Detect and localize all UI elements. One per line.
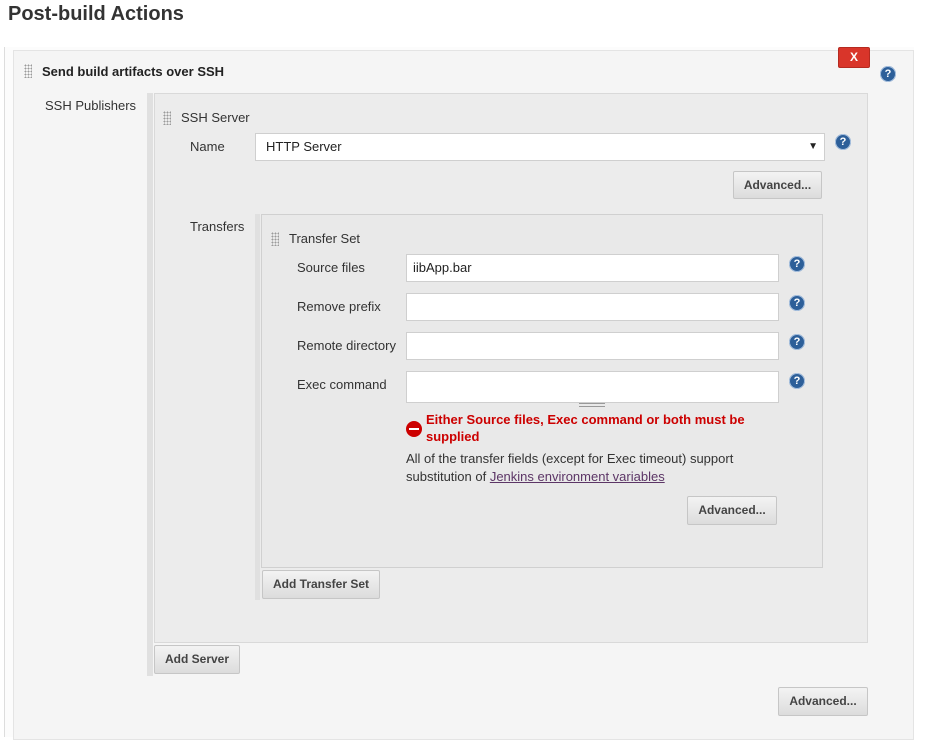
substitution-info: All of the transfer fields (except for E… xyxy=(406,450,733,486)
substitution-info-prefix: substitution of xyxy=(406,469,490,484)
drag-handle-icon[interactable] xyxy=(163,111,171,125)
help-icon[interactable] xyxy=(789,295,805,311)
source-files-input[interactable]: iibApp.bar xyxy=(406,254,779,282)
transfers-label: Transfers xyxy=(190,219,245,234)
publisher-title: Send build artifacts over SSH xyxy=(42,64,225,79)
remote-directory-label: Remote directory xyxy=(297,338,396,353)
help-icon[interactable] xyxy=(835,134,851,150)
chevron-down-icon: ▼ xyxy=(808,141,818,152)
add-server-button[interactable]: Add Server xyxy=(154,645,240,674)
error-icon xyxy=(406,421,422,437)
resize-grip-icon[interactable] xyxy=(579,403,605,407)
drag-handle-icon[interactable] xyxy=(24,64,32,78)
exec-command-label: Exec command xyxy=(297,377,387,392)
validation-error-line1: Either Source files, Exec command or bot… xyxy=(426,412,745,427)
repeatable-strip xyxy=(147,93,153,676)
server-advanced-button[interactable]: Advanced... xyxy=(733,171,822,199)
substitution-info-line1: All of the transfer fields (except for E… xyxy=(406,451,734,466)
remote-directory-input[interactable] xyxy=(406,332,779,360)
drag-handle-icon[interactable] xyxy=(271,232,279,246)
ssh-publishers-label: SSH Publishers xyxy=(45,98,137,113)
exec-command-textarea[interactable] xyxy=(406,371,779,403)
server-name-value: HTTP Server xyxy=(266,139,342,154)
transfers-strip xyxy=(255,214,260,600)
name-label: Name xyxy=(190,139,225,154)
server-name-select[interactable]: HTTP Server ▼ xyxy=(255,133,825,161)
source-files-label: Source files xyxy=(297,260,365,275)
transfer-advanced-button[interactable]: Advanced... xyxy=(687,496,777,525)
env-variables-link[interactable]: Jenkins environment variables xyxy=(490,469,665,484)
help-icon[interactable] xyxy=(789,334,805,350)
delete-publisher-button[interactable]: X xyxy=(838,47,870,68)
ssh-server-title: SSH Server xyxy=(181,110,250,125)
publisher-advanced-button[interactable]: Advanced... xyxy=(778,687,868,716)
help-icon[interactable] xyxy=(880,66,896,82)
page-title: Post-build Actions xyxy=(8,3,184,25)
add-transfer-set-button[interactable]: Add Transfer Set xyxy=(262,570,380,599)
help-icon[interactable] xyxy=(789,256,805,272)
validation-error-line2: supplied xyxy=(426,429,480,444)
remove-prefix-label: Remove prefix xyxy=(297,299,381,314)
help-icon[interactable] xyxy=(789,373,805,389)
validation-error: Either Source files, Exec command or bot… xyxy=(426,411,745,445)
transfer-set-title: Transfer Set xyxy=(289,231,361,246)
remove-prefix-input[interactable] xyxy=(406,293,779,321)
